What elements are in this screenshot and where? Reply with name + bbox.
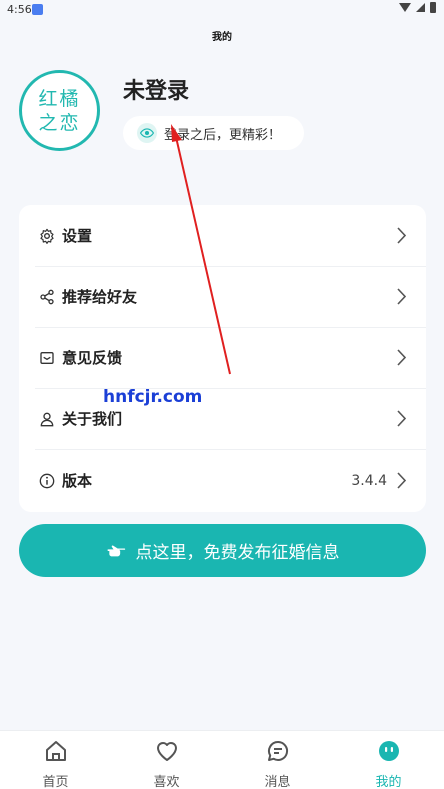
- chevron-right-icon: [396, 227, 407, 248]
- status-bar: 4:56: [0, 0, 444, 20]
- chevron-right-icon: [396, 349, 407, 370]
- tab-profile[interactable]: 我的: [333, 731, 444, 789]
- chevron-right-icon: [396, 472, 407, 493]
- version-value: 3.4.4: [351, 472, 387, 489]
- app-notification-icon: [32, 4, 43, 15]
- pointing-hand-icon: [106, 543, 126, 559]
- menu-item-label: 版本: [62, 472, 93, 490]
- tab-label: 首页: [42, 775, 69, 789]
- menu-item-label: 推荐给好友: [62, 288, 138, 306]
- publish-button-label: 点这里，免费发布征婚信息: [135, 543, 340, 563]
- message-icon: [266, 739, 290, 767]
- menu-item-about[interactable]: 关于我们: [19, 388, 426, 449]
- login-hint-text: 登录之后，更精彩！: [164, 127, 282, 143]
- status-time: 4:56: [7, 3, 32, 16]
- menu-item-feedback[interactable]: 意见反馈: [19, 327, 426, 388]
- tab-likes[interactable]: 喜欢: [111, 731, 222, 789]
- app-logo: 红橘之恋: [38, 87, 81, 134]
- feedback-icon: [39, 350, 55, 366]
- login-hint[interactable]: 登录之后，更精彩！: [123, 116, 304, 150]
- chevron-right-icon: [396, 410, 407, 431]
- tab-label: 我的: [375, 775, 402, 789]
- system-icons: [399, 2, 436, 13]
- battery-icon: [430, 2, 436, 13]
- tab-home[interactable]: 首页: [0, 731, 111, 789]
- tab-label: 喜欢: [153, 775, 180, 789]
- publish-button[interactable]: 点这里，免费发布征婚信息: [19, 524, 426, 577]
- wifi-icon: [399, 3, 411, 12]
- menu-item-label: 意见反馈: [62, 349, 123, 367]
- menu-item-settings[interactable]: 设置: [19, 205, 426, 266]
- share-icon: [39, 289, 55, 305]
- signal-icon: [416, 3, 425, 12]
- heart-icon: [155, 739, 179, 767]
- gear-icon: [39, 228, 55, 244]
- bottom-tab-bar: 首页 喜欢 消息 我的: [0, 730, 444, 789]
- profile-icon: [377, 739, 401, 767]
- tab-label: 消息: [264, 775, 291, 789]
- settings-menu: 设置 推荐给好友 意见反馈 关于我们 版本 3.4.4: [19, 205, 426, 512]
- menu-item-label: 关于我们: [62, 410, 123, 428]
- info-icon: [39, 473, 55, 489]
- chevron-right-icon: [396, 288, 407, 309]
- menu-item-version[interactable]: 版本 3.4.4: [19, 450, 426, 511]
- login-title[interactable]: 未登录: [123, 73, 189, 105]
- person-icon: [39, 411, 55, 427]
- menu-item-share[interactable]: 推荐给好友: [19, 266, 426, 327]
- home-icon: [44, 739, 68, 767]
- tab-messages[interactable]: 消息: [222, 731, 333, 789]
- avatar[interactable]: 红橘之恋: [19, 70, 100, 151]
- page-title: 我的: [212, 32, 232, 43]
- watermark-text: hnfcjr.com: [103, 387, 203, 407]
- eye-icon: [137, 123, 157, 143]
- menu-item-label: 设置: [62, 227, 93, 245]
